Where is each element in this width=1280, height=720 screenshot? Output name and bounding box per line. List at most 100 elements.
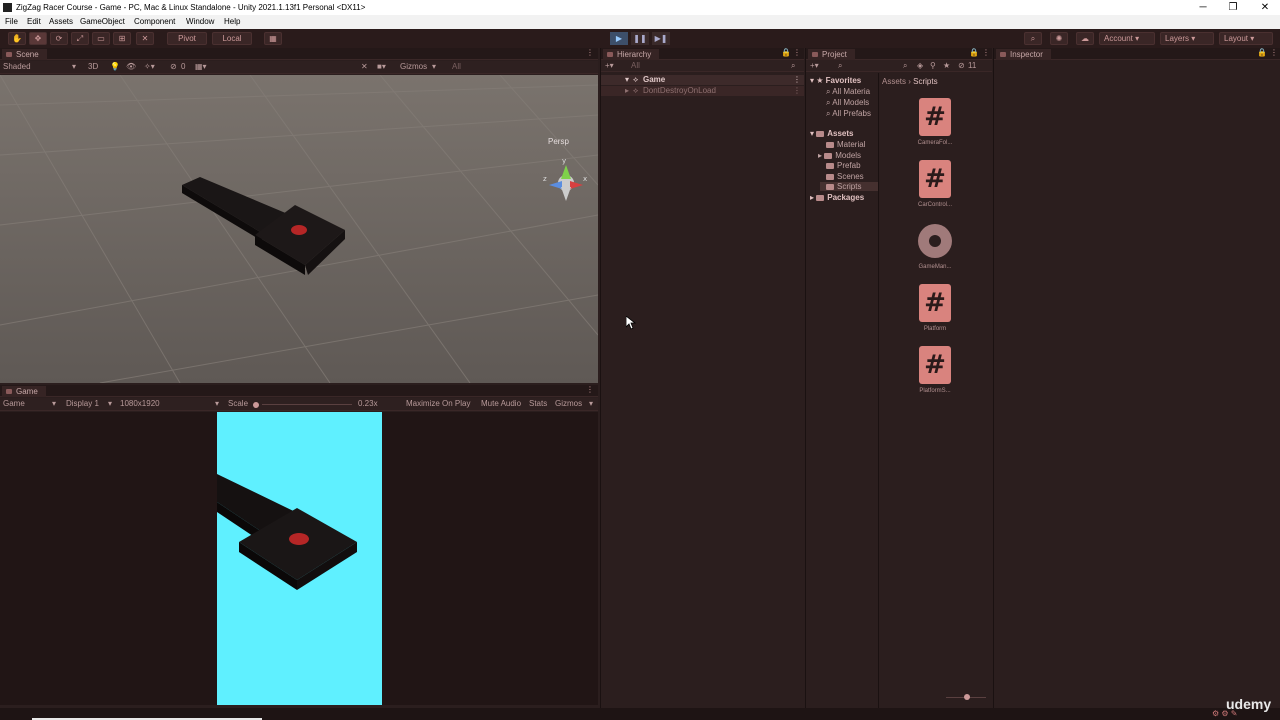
scene-menu-icon[interactable]: ⋮ — [586, 48, 594, 57]
rotate-tool-icon[interactable]: ⟳ — [50, 32, 68, 45]
breadcrumb-scripts[interactable]: Scripts — [913, 77, 937, 86]
expand-arrow-icon[interactable]: ▾ — [625, 75, 629, 85]
tab-scene[interactable]: Scene — [2, 49, 47, 60]
stats-toggle[interactable]: Stats — [529, 399, 547, 408]
layout-dropdown[interactable]: Layout ▾ — [1219, 32, 1273, 45]
star-icon[interactable]: ★ — [943, 61, 950, 70]
folder-item-material[interactable]: Material — [826, 140, 865, 149]
camera-dropdown-icon[interactable]: ■▾ — [377, 62, 386, 71]
restore-button[interactable]: ❐ — [1218, 0, 1248, 15]
game-gizmos-dropdown[interactable]: Gizmos — [555, 399, 582, 408]
play-button[interactable]: ▶ — [610, 32, 628, 45]
transform-tool-icon[interactable]: ⊞ — [113, 32, 131, 45]
folder-item-models[interactable]: ▸ Models — [818, 151, 861, 160]
asset-game-manager[interactable]: GameMan... — [910, 224, 960, 270]
mute-audio-toggle[interactable]: Mute Audio — [481, 399, 521, 408]
lock-icon[interactable]: 🔒 — [969, 48, 979, 57]
menu-edit[interactable]: Edit — [27, 17, 41, 26]
game-canvas[interactable] — [217, 412, 382, 705]
hierarchy-search-input[interactable]: All — [631, 61, 640, 70]
breadcrumb-assets[interactable]: Assets — [882, 77, 906, 86]
mode-2d3d-toggle[interactable]: 3D — [88, 62, 98, 71]
maximize-on-play-toggle[interactable]: Maximize On Play — [406, 399, 470, 408]
scale-tool-icon[interactable]: ⤢ — [71, 32, 89, 45]
folder-item-prefab[interactable]: Prefab — [826, 161, 861, 170]
hidden-packages-icon[interactable]: ⊘ — [958, 61, 965, 70]
asset-camera-follow[interactable]: # CameraFol... — [910, 98, 960, 146]
assets-header[interactable]: ▾ Assets — [810, 129, 854, 138]
filter-type-icon[interactable]: ⌕ — [903, 61, 907, 71]
folder-item-scenes[interactable]: Scenes — [826, 172, 864, 181]
menu-component[interactable]: Component — [134, 17, 175, 26]
gizmos-dropdown[interactable]: Gizmos — [400, 62, 427, 71]
hidden-objects-icon[interactable]: ⊘ — [170, 62, 177, 71]
layers-dropdown[interactable]: Layers ▾ — [1160, 32, 1214, 45]
favorites-item[interactable]: ⌕ All Models — [826, 98, 869, 108]
expand-arrow-icon[interactable]: ▸ — [625, 86, 629, 96]
local-toggle[interactable]: Local — [212, 32, 252, 45]
hierarchy-add-button[interactable]: +▾ — [605, 61, 614, 70]
persp-label[interactable]: Persp — [548, 137, 569, 146]
scale-slider-handle[interactable] — [253, 402, 259, 408]
inspector-menu-icon[interactable]: ⋮ — [1270, 48, 1278, 57]
tab-hierarchy[interactable]: Hierarchy — [603, 49, 660, 60]
asset-car-controller[interactable]: # CarControl... — [910, 160, 960, 208]
lock-icon[interactable]: 🔒 — [781, 48, 791, 57]
game-view-dropdown[interactable]: Game — [3, 399, 25, 408]
move-tool-icon[interactable]: ✥ — [29, 32, 47, 45]
collab-icon[interactable]: ✺ — [1050, 32, 1068, 45]
item-menu-icon[interactable]: ⋮ — [793, 75, 801, 85]
tab-project[interactable]: Project — [808, 49, 855, 60]
scale-slider-track[interactable] — [262, 404, 352, 405]
pause-button[interactable]: ❚❚ — [631, 32, 649, 45]
game-menu-icon[interactable]: ⋮ — [586, 385, 594, 394]
folder-item-scripts[interactable]: Scripts — [820, 182, 878, 191]
hierarchy-search-icon[interactable]: ⌕ — [791, 61, 795, 71]
search-icon[interactable]: ⌕ — [1024, 32, 1042, 45]
tab-inspector[interactable]: Inspector — [996, 49, 1051, 60]
hierarchy-menu-icon[interactable]: ⋮ — [793, 48, 801, 57]
scene-search-input[interactable]: All — [452, 62, 461, 71]
project-menu-icon[interactable]: ⋮ — [982, 48, 990, 57]
cloud-icon[interactable]: ☁ — [1076, 32, 1094, 45]
pivot-toggle[interactable]: Pivot — [167, 32, 207, 45]
rect-tool-icon[interactable]: ▭ — [92, 32, 110, 45]
item-menu-icon[interactable]: ⋮ — [793, 86, 801, 96]
favorites-header[interactable]: ▾ ★ Favorites — [810, 76, 861, 85]
close-button[interactable]: ✕ — [1250, 0, 1280, 15]
menu-help[interactable]: Help — [224, 17, 240, 26]
project-add-button[interactable]: +▾ — [810, 61, 819, 70]
menu-window[interactable]: Window — [186, 17, 214, 26]
icon-size-slider-handle[interactable] — [964, 694, 970, 700]
minimize-button[interactable]: ─ — [1188, 0, 1218, 15]
tab-game[interactable]: Game — [2, 386, 46, 397]
lighting-toggle-icon[interactable]: 💡 — [110, 62, 120, 71]
lock-icon[interactable]: 🔒 — [1257, 48, 1267, 57]
grid-toggle-icon[interactable]: ▦▾ — [195, 62, 207, 71]
asset-platform[interactable]: # Platform — [910, 284, 960, 332]
hierarchy-item-game[interactable]: ▾ ⟡ Game ⋮ — [601, 75, 804, 85]
menu-assets[interactable]: Assets — [49, 17, 73, 26]
project-search-icon[interactable]: ⌕ — [838, 61, 842, 71]
display-dropdown[interactable]: Display 1 — [66, 399, 99, 408]
favorites-item[interactable]: ⌕ All Materia — [826, 87, 870, 97]
game-viewport[interactable] — [0, 412, 598, 705]
asset-platform-spawner[interactable]: # PlatformS... — [910, 346, 960, 394]
step-button[interactable]: ▶❚ — [652, 32, 670, 45]
menu-file[interactable]: File — [5, 17, 18, 26]
favorites-item[interactable]: ⌕ All Prefabs — [826, 109, 871, 119]
custom-tool-icon[interactable]: ✕ — [136, 32, 154, 45]
grid-snap-icon[interactable]: ▦ — [264, 32, 282, 45]
account-dropdown[interactable]: Account ▾ — [1099, 32, 1155, 45]
filter-favorite-icon[interactable]: ⚲ — [930, 61, 936, 70]
filter-label-icon[interactable]: ◈ — [917, 61, 923, 70]
hierarchy-item-dontdestroy[interactable]: ▸ ⟡ DontDestroyOnLoad ⋮ — [601, 86, 804, 96]
scene-viewport[interactable]: y z x Persp — [0, 75, 598, 383]
audio-toggle-icon[interactable]: 👁 — [126, 62, 136, 71]
tools-toggle-icon[interactable]: ✕ — [361, 62, 368, 71]
menu-gameobject[interactable]: GameObject — [80, 17, 125, 26]
effects-toggle-icon[interactable]: ✧▾ — [144, 62, 155, 71]
packages-header[interactable]: ▸ Packages — [810, 193, 864, 202]
resolution-dropdown[interactable]: 1080x1920 — [120, 399, 160, 408]
hand-tool-icon[interactable]: ✋ — [8, 32, 26, 45]
